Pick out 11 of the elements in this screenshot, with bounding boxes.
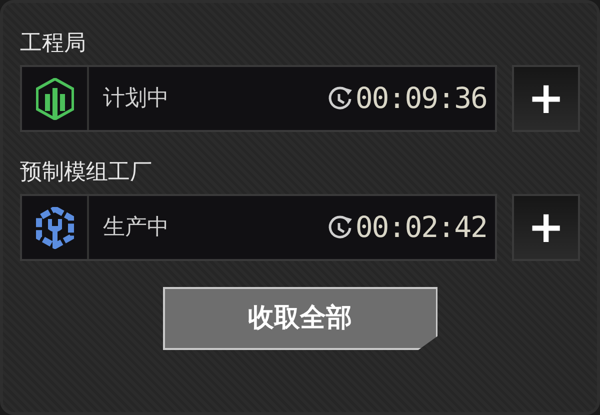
- timer-icon: [327, 86, 354, 112]
- section-title: 工程局: [20, 31, 86, 56]
- add-button[interactable]: +: [512, 194, 580, 261]
- section-title: 预制模组工厂: [20, 160, 152, 185]
- timer-icon: [327, 214, 354, 240]
- countdown-timer: 00:09:36: [355, 80, 487, 117]
- status-text: 生产中: [103, 214, 169, 242]
- status-text: 计划中: [103, 85, 169, 113]
- collect-all-button[interactable]: 收取全部: [162, 287, 438, 350]
- add-button[interactable]: +: [512, 65, 580, 132]
- countdown-timer: 00:02:42: [355, 208, 487, 246]
